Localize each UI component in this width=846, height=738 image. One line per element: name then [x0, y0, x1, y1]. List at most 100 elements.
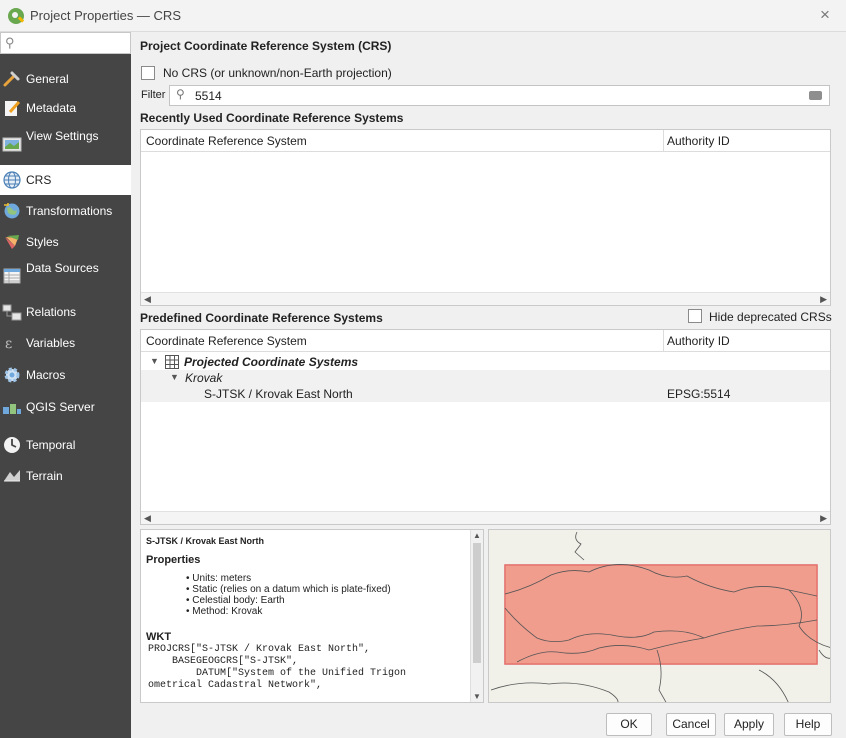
sidebar-item-label: Transformations	[26, 204, 113, 218]
sidebar-item-qgis-server[interactable]: QGIS Server	[0, 392, 131, 422]
crs-header: Project Coordinate Reference System (CRS…	[140, 39, 392, 53]
clear-filter-icon[interactable]	[809, 91, 822, 100]
predefined-crs-table[interactable]: Coordinate Reference System Authority ID…	[140, 329, 831, 525]
sidebar-item-variables[interactable]: ε Variables	[0, 328, 131, 358]
sidebar-search-input[interactable]: ⚲	[0, 32, 131, 54]
property-item: • Units: meters	[186, 573, 252, 584]
scroll-up-icon[interactable]: ▲	[473, 531, 481, 540]
no-crs-checkbox[interactable]	[141, 66, 155, 80]
column-header-crs[interactable]: Coordinate Reference System	[146, 134, 307, 148]
terrain-icon	[4, 470, 20, 482]
column-header-authority[interactable]: Authority ID	[667, 334, 730, 348]
server-icon	[3, 404, 21, 414]
column-header-crs[interactable]: Coordinate Reference System	[146, 334, 307, 348]
sidebar-item-crs[interactable]: CRS	[0, 165, 131, 195]
sidebar-item-label: Macros	[26, 368, 66, 382]
tree-row-projected[interactable]: ▼ Projected Coordinate Systems	[141, 354, 830, 370]
help-button[interactable]: Help	[784, 713, 832, 736]
crs-panel: Project Coordinate Reference System (CRS…	[131, 32, 846, 738]
scroll-left-icon[interactable]: ◀	[144, 294, 151, 305]
property-item: • Static (relies on a datum which is pla…	[186, 584, 391, 595]
vertical-scrollbar[interactable]: ▲ ▼	[470, 530, 483, 702]
filter-label: Filter	[141, 89, 166, 101]
tree-row-krovak[interactable]: ▼ Krovak	[141, 370, 830, 386]
recent-crs-table[interactable]: Coordinate Reference System Authority ID…	[140, 129, 831, 306]
svg-text:ε: ε	[5, 336, 12, 352]
macros-icon	[4, 367, 20, 383]
globe-icon	[3, 171, 21, 189]
search-icon: ⚲	[176, 87, 185, 101]
sidebar-item-label: General	[26, 72, 69, 86]
column-header-authority[interactable]: Authority ID	[667, 134, 730, 148]
predefined-crs-title: Predefined Coordinate Reference Systems	[140, 311, 383, 325]
sidebar-item-label: CRS	[26, 173, 52, 187]
sidebar-item-label: Temporal	[26, 438, 76, 452]
table-header: Coordinate Reference System Authority ID	[141, 130, 830, 152]
crs-extent-map	[488, 529, 831, 703]
sidebar-item-transformations[interactable]: Transformations	[0, 196, 131, 226]
cancel-button[interactable]: Cancel	[666, 713, 716, 736]
window-title: Project Properties — CRS	[30, 8, 181, 23]
extent-map-canvas	[490, 531, 830, 702]
wkt-heading: WKT	[146, 631, 172, 643]
transformations-globe-icon	[4, 203, 20, 219]
scroll-right-icon[interactable]: ▶	[820, 294, 827, 305]
scroll-down-icon[interactable]: ▼	[473, 692, 481, 701]
horizontal-scrollbar[interactable]: ◀ ▶	[141, 511, 830, 524]
sidebar: ⚲ General Metadata View Settings CRS Tra…	[0, 32, 131, 738]
properties-heading: Properties	[146, 554, 201, 566]
grid-icon	[165, 355, 179, 369]
sidebar-item-data-sources[interactable]: Data Sources	[0, 261, 131, 291]
sidebar-item-temporal[interactable]: Temporal	[0, 430, 131, 460]
horizontal-scrollbar[interactable]: ◀ ▶	[141, 292, 830, 305]
sidebar-item-view-settings[interactable]: View Settings	[0, 129, 131, 159]
search-icon: ⚲	[5, 35, 15, 50]
filter-value: 5514	[195, 89, 222, 103]
sidebar-item-label: Terrain	[26, 469, 63, 483]
sidebar-item-styles[interactable]: Styles	[0, 227, 131, 257]
wkt-text: PROJCRS["S-JTSK / Krovak East North", BA…	[148, 644, 407, 691]
extent-fill	[505, 565, 817, 664]
sidebar-item-label: Relations	[26, 305, 77, 319]
hide-deprecated-label: Hide deprecated CRSs	[709, 310, 832, 324]
sidebar-item-label: View Settings	[26, 130, 99, 143]
title-bar: Project Properties — CRS ×	[0, 0, 846, 32]
sidebar-item-terrain[interactable]: Terrain	[0, 461, 131, 491]
wrench-icon	[3, 71, 20, 87]
tree-row-label: S-JTSK / Krovak East North	[204, 387, 353, 401]
close-icon[interactable]: ×	[816, 5, 834, 25]
scroll-right-icon[interactable]: ▶	[820, 513, 827, 524]
scroll-left-icon[interactable]: ◀	[144, 513, 151, 524]
sidebar-item-metadata[interactable]: Metadata	[0, 93, 131, 123]
relations-icon	[2, 304, 22, 321]
sidebar-item-relations[interactable]: Relations	[0, 297, 131, 327]
clock-icon	[4, 437, 20, 453]
apply-button[interactable]: Apply	[724, 713, 774, 736]
qgis-logo-icon	[8, 8, 24, 24]
filter-input[interactable]: ⚲ 5514	[169, 85, 830, 106]
hide-deprecated-checkbox[interactable]	[688, 309, 702, 323]
pencil-document-icon	[5, 100, 21, 116]
tree-row-label: Krovak	[185, 371, 223, 385]
chevron-down-icon[interactable]: ▼	[150, 356, 159, 366]
table-icon	[3, 268, 21, 284]
sidebar-item-macros[interactable]: Macros	[0, 360, 131, 390]
property-item: • Celestial body: Earth	[186, 595, 285, 606]
table-header: Coordinate Reference System Authority ID	[141, 330, 830, 352]
tree-row-label: Projected Coordinate Systems	[184, 355, 359, 369]
info-title: S-JTSK / Krovak East North	[146, 536, 265, 546]
property-item: • Method: Krovak	[186, 606, 263, 617]
view-settings-icon	[2, 137, 22, 152]
sidebar-item-general[interactable]: General	[0, 64, 131, 94]
sidebar-item-label: Styles	[26, 235, 59, 249]
sidebar-item-label: Metadata	[26, 101, 77, 115]
no-crs-label: No CRS (or unknown/non-Earth projection)	[163, 66, 392, 80]
properties-list: • Units: meters • Static (relies on a da…	[186, 573, 391, 617]
tree-row-selected-crs[interactable]: S-JTSK / Krovak East North EPSG:5514	[141, 386, 830, 402]
sidebar-item-label: Variables	[26, 336, 76, 350]
scrollbar-thumb[interactable]	[473, 543, 481, 663]
authority-id-cell: EPSG:5514	[667, 387, 731, 401]
chevron-down-icon[interactable]: ▼	[170, 372, 179, 382]
crs-info-panel[interactable]: S-JTSK / Krovak East North Properties • …	[140, 529, 484, 703]
ok-button[interactable]: OK	[606, 713, 652, 736]
